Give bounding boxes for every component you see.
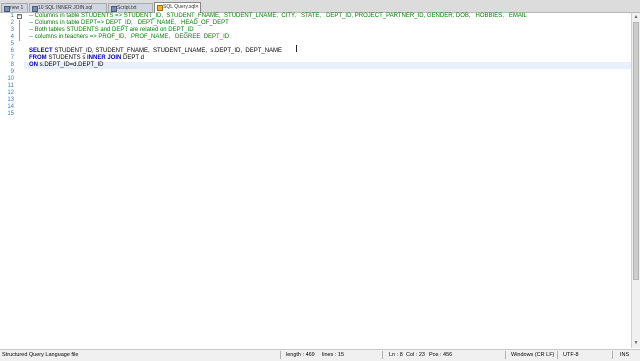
file-icon [157,5,163,11]
status-bar: Structured Query Language file length : … [0,349,640,361]
status-divider [612,351,613,359]
length-label: length : 469 [286,352,315,358]
code-line-8: ON s.DEPT_ID=d.DEPT_ID [29,62,104,68]
line-number: 12 [7,90,14,96]
tab-label: Script.txt [117,5,137,11]
tab-sql-inner-join[interactable]: 10 SQL INNER JOIN.sql [29,3,107,12]
status-divider [382,351,383,359]
close-icon[interactable]: ✕ [195,3,199,11]
status-divider [557,351,558,359]
line-number: 9 [10,69,14,75]
line-number-gutter: 1 2 3 4 5 6 7 8 9 10 11 12 13 14 15 − [0,13,24,348]
status-divider [280,351,281,359]
file-icon [4,6,10,12]
line-number: 13 [7,97,14,103]
status-divider [505,351,506,359]
code-line-2: -- Columns in table DEPT=> DEPT_ID, DEPT… [29,20,229,26]
fold-line [19,20,20,41]
code-line-3: -- Both tables STUDENTS and DEPT are rel… [29,27,194,33]
char-position: Pos : 456 [429,352,453,358]
scroll-up-icon[interactable]: ▲ [632,13,640,21]
tab-sql-query[interactable]: SQL Query.sql ✕ [154,2,201,13]
line-number: 11 [7,83,14,89]
scrollbar-thumb[interactable] [633,22,639,280]
line-number: 14 [7,104,14,110]
encoding-label: UTF-8 [563,352,579,358]
code-line-1: -- Columns in table STUDENTS => STUDENT_… [29,13,527,19]
line-number: 6 [10,48,14,54]
line-number: 7 [10,55,14,61]
line-number: 3 [10,27,14,33]
vertical-scrollbar[interactable]: ▲ ▼ [631,13,640,348]
insert-mode: INS [620,352,630,358]
code-editor[interactable]: 1 2 3 4 5 6 7 8 9 10 11 12 13 14 15 − --… [0,13,631,348]
file-icon [111,6,117,12]
tab-label: SQL Query.sql [163,4,196,10]
mouse-ibeam-cursor [296,45,298,52]
column-position: Col : 23 [406,352,425,358]
line-number: 5 [10,41,14,47]
tab-new-1[interactable]: new 1 [1,3,28,12]
fold-toggle-icon[interactable]: − [17,14,22,19]
tab-label: 10 SQL INNER JOIN.sql [38,5,93,11]
code-line-4: -- columns in teachers => PROF_ID, PROF_… [29,34,230,40]
tab-label: new 1 [10,5,24,11]
line-number: 8 [10,62,14,68]
code-line-7: FROM STUDENTS s INNER JOIN DEPT d [29,55,144,61]
scroll-down-icon[interactable]: ▼ [632,339,640,347]
current-line-highlight [24,62,631,69]
line-number: 4 [10,34,14,40]
line-number: 1 [10,13,14,19]
file-icon [32,6,38,12]
eol-format: Windows (CR LF) [511,352,555,358]
line-number: 15 [7,111,14,117]
tab-bar: new 1 10 SQL INNER JOIN.sql Script.txt S… [0,0,640,13]
line-number: 10 [7,76,14,82]
file-type-label: Structured Query Language file [2,352,79,358]
line-position: Ln : 8 [389,352,403,358]
code-line-6: SELECT STUDENT_ID, STUDENT_FNAME, STUDEN… [29,48,283,54]
line-number: 2 [10,20,14,26]
tab-script[interactable]: Script.txt [108,3,153,12]
lines-count-label: lines : 15 [322,352,345,358]
